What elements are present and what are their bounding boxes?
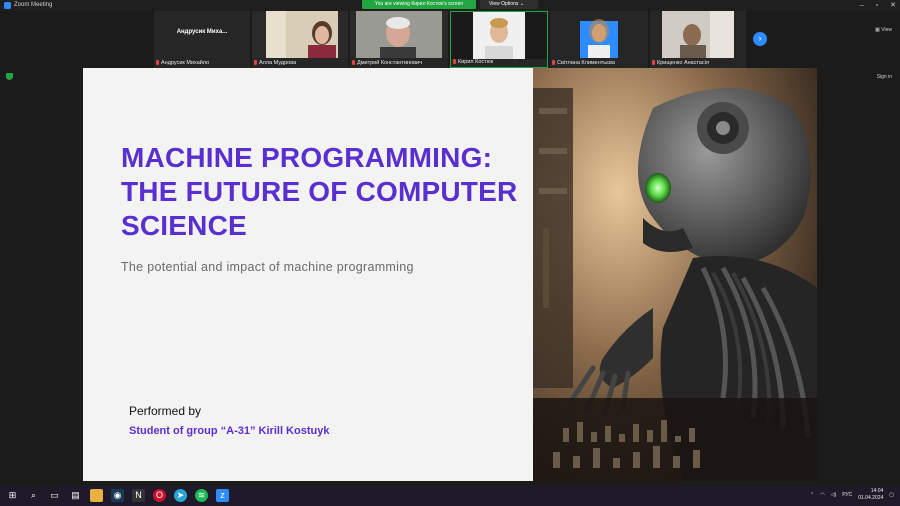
app-title: Zoom Meeting	[4, 0, 52, 11]
opera-icon[interactable]: O	[153, 489, 166, 502]
participant-name: Алла Мудрова	[252, 58, 348, 68]
language-indicator[interactable]: РУС	[842, 492, 852, 498]
participant-video	[451, 12, 547, 59]
view-button[interactable]: ▦ View	[875, 27, 892, 33]
view-options-button[interactable]: View Options ⌄	[480, 0, 538, 9]
performed-by-label: Performed by	[129, 404, 202, 418]
clock-time: 14:04	[870, 488, 884, 494]
tray-overflow-icon[interactable]: ⌃	[810, 492, 814, 498]
mic-muted-icon	[652, 60, 655, 65]
window-controls: – ▫ ✕	[860, 0, 896, 11]
spotify-icon[interactable]: ≋	[195, 489, 208, 502]
participant-name: Крищенко Анастасія	[650, 58, 746, 68]
zoom-taskbar-icon[interactable]: z	[216, 489, 229, 502]
view-options-label: View Options	[489, 1, 519, 7]
search-icon[interactable]: ⌕	[27, 489, 40, 502]
chevron-down-icon: ⌄	[519, 1, 524, 7]
student-credit: Student of group “A-31” Kirill Kostuyk	[129, 425, 330, 437]
slide-title-line: THE FUTURE OF COMPUTER	[121, 176, 518, 207]
file-explorer-icon[interactable]	[90, 489, 103, 502]
windows-taskbar: ⊞ ⌕ ▭ ▤ ◉ N O ➤ ≋ z ⌃ ◠ ◁) РУС 14:04 01.…	[0, 486, 900, 506]
clock-date: 01.04.2024	[858, 495, 884, 501]
sign-in-link[interactable]: Sign in	[877, 74, 892, 80]
robot-illustration	[533, 68, 817, 481]
participant-tile[interactable]: Андрусик Миха... Андрусик Михайло	[154, 11, 250, 68]
grid-icon: ▦	[875, 27, 880, 33]
participant-tile[interactable]: Алла Мудрова	[252, 11, 348, 68]
screen-share-banner: You are viewing Кирил Костюк's screen	[362, 0, 476, 9]
taskbar-apps: ⊞ ⌕ ▭ ▤ ◉ N O ➤ ≋ z	[6, 489, 229, 502]
shared-slide: MACHINE PROGRAMMING: THE FUTURE OF COMPU…	[83, 68, 817, 481]
notification-icon[interactable]: ▢	[889, 492, 894, 498]
view-button-label: View	[881, 27, 892, 33]
participant-tile[interactable]: Крищенко Анастасія	[650, 11, 746, 68]
participant-name: Дмитрий Константинович	[350, 58, 448, 68]
mic-muted-icon	[552, 60, 555, 65]
participant-name: Світлана Климентьєва	[550, 58, 648, 68]
participant-video	[350, 11, 448, 58]
mic-muted-icon	[352, 60, 355, 65]
clock[interactable]: 14:04 01.04.2024	[858, 488, 883, 502]
window-title: Zoom Meeting	[14, 2, 53, 8]
participant-tile[interactable]: Світлана Климентьєва	[550, 11, 648, 68]
participant-video	[550, 11, 648, 58]
telegram-icon[interactable]: ➤	[174, 489, 187, 502]
close-icon[interactable]: ✕	[890, 0, 896, 11]
windows-start-icon[interactable]: ⊞	[6, 489, 19, 502]
volume-icon[interactable]: ◁)	[831, 492, 837, 498]
participant-strip: Андрусик Миха... Андрусик Михайло Алла М…	[0, 11, 900, 68]
wifi-icon[interactable]: ◠	[820, 492, 824, 498]
steam-icon[interactable]: ◉	[111, 489, 124, 502]
slide-title-line: SCIENCE	[121, 210, 247, 241]
participant-video	[252, 11, 348, 58]
mic-muted-icon	[254, 60, 257, 65]
widgets-icon[interactable]: ▤	[69, 489, 82, 502]
minimize-icon[interactable]: –	[860, 0, 864, 11]
slide-title: MACHINE PROGRAMMING: THE FUTURE OF COMPU…	[121, 141, 521, 243]
mic-muted-icon	[156, 60, 159, 65]
participant-video	[650, 11, 746, 58]
security-shield-icon[interactable]	[6, 73, 13, 80]
slide-text-pane: MACHINE PROGRAMMING: THE FUTURE OF COMPU…	[83, 68, 533, 481]
zoom-logo-icon	[4, 2, 11, 9]
participant-tile-active[interactable]: Кирил Костюк	[450, 11, 548, 68]
participant-name: Андрусик Михайло	[154, 58, 250, 68]
maximize-icon[interactable]: ▫	[876, 0, 878, 11]
slide-title-line: MACHINE PROGRAMMING:	[121, 142, 493, 173]
chevron-right-icon: ›	[758, 33, 762, 43]
system-tray: ⌃ ◠ ◁) РУС 14:04 01.04.2024 ▢	[810, 488, 894, 502]
task-view-icon[interactable]: ▭	[48, 489, 61, 502]
participant-tile[interactable]: Дмитрий Константинович	[350, 11, 448, 68]
slide-subtitle: The potential and impact of machine prog…	[121, 260, 414, 274]
next-participants-button[interactable]: ›	[753, 32, 767, 46]
notion-icon[interactable]: N	[132, 489, 145, 502]
participant-name-large: Андрусик Миха...	[176, 29, 228, 35]
window-titlebar: Zoom Meeting You are viewing Кирил Костю…	[0, 0, 900, 11]
participant-name: Кирил Костюк	[451, 57, 547, 67]
mic-muted-icon	[453, 59, 456, 64]
